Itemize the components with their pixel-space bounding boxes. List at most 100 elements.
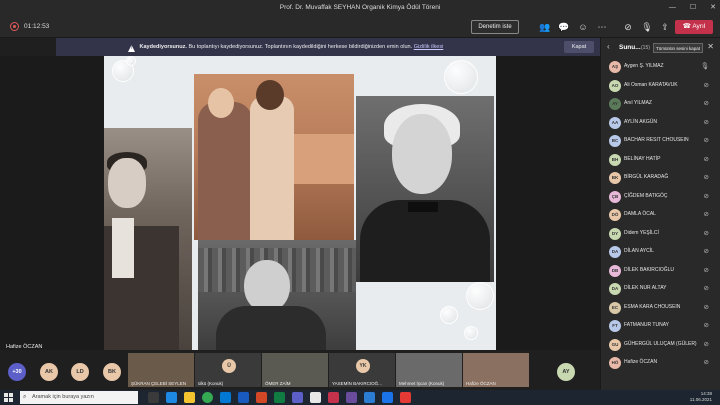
warning-icon: !	[128, 45, 135, 52]
participant-row[interactable]: HÖ Hafize ÖCZAN ⊘	[601, 354, 720, 372]
participant-row[interactable]: BK BİRGÜL KARADAĞ ⊘	[601, 169, 720, 187]
excel-icon[interactable]	[274, 392, 285, 403]
mic-off-icon[interactable]: ⊘	[704, 266, 709, 274]
mic-off-icon[interactable]: ⊘	[704, 340, 709, 348]
taskbar-search[interactable]: ⌕ Aramak için buraya yazın	[20, 391, 138, 404]
window-controls: — ☐ ✕	[669, 0, 716, 16]
teams-icon[interactable]	[292, 392, 303, 403]
participant-row[interactable]: BC BACHAR RESIT CHOUSEIN ⊘	[601, 132, 720, 150]
video-tile[interactable]: ÖMER ZAİM	[262, 353, 328, 387]
app-icon[interactable]	[382, 392, 393, 403]
close-window-button[interactable]: ✕	[710, 0, 716, 16]
participant-name: DİLEK NUR ALTAY	[624, 285, 667, 291]
bubble-decoration	[466, 282, 494, 310]
mic-off-icon[interactable]: ⊘	[704, 192, 709, 200]
participant-row[interactable]: EC ESMA KARA CHOUSEIN ⊘	[601, 299, 720, 317]
search-icon: ⌕	[23, 394, 27, 400]
mic-off-icon[interactable]: ⊘	[704, 173, 709, 181]
photo-two-men	[194, 74, 354, 240]
mic-off-icon[interactable]: ⊘	[704, 99, 709, 107]
bubble-decoration	[464, 326, 478, 340]
participant-name: BELİNAY HATİP	[624, 155, 661, 162]
video-tile[interactable]: ŞÜKRAN ÇELEBİ SEYLEN	[128, 353, 194, 387]
participant-name: Hafize ÖCZAN	[624, 359, 658, 365]
edge-icon[interactable]	[166, 392, 177, 403]
video-tile[interactable]: Mehmet İşcan (Konuk)	[396, 353, 462, 387]
file-explorer-icon[interactable]	[184, 392, 195, 403]
meeting-toolbar: 01:12:53 Denetim iste 👥 💬 ☺ ⋯ ⊘ 🎙 ⇪ ☎ Ay…	[0, 16, 720, 38]
participant-row[interactable]: GU GÜHERGÜL ULUÇAM (GÜLER) ⊘	[601, 336, 720, 354]
mic-off-icon[interactable]: ⊘	[704, 229, 709, 237]
request-control-button[interactable]: Denetim iste	[471, 20, 519, 34]
bubble-decoration	[126, 56, 136, 66]
mic-off-icon[interactable]: ⊘	[704, 321, 709, 329]
avatar: DB	[609, 264, 621, 277]
windows-start-icon[interactable]	[4, 393, 13, 402]
app-icon[interactable]	[328, 392, 339, 403]
share-icon[interactable]: ⇪	[658, 20, 672, 34]
back-icon[interactable]: ‹	[607, 42, 610, 51]
windows-taskbar: ⌕ Aramak için buraya yazın 14:38 11.06.2…	[0, 390, 720, 405]
word-icon[interactable]	[238, 392, 249, 403]
gallery-avatar[interactable]: BK	[103, 363, 121, 381]
mic-off-icon[interactable]: ⊘	[704, 81, 709, 89]
photo-young-man	[104, 128, 192, 350]
video-tile[interactable]: Üülkü (Konuk)	[195, 353, 261, 387]
app-icon[interactable]	[400, 392, 411, 403]
leave-button[interactable]: ☎ Ayrıl	[675, 20, 713, 34]
participant-row[interactable]: FT FATMANUR TUNAY ⊘	[601, 317, 720, 335]
video-tile[interactable]: Hafize ÖCZAN	[463, 353, 529, 387]
participant-row[interactable]: BH BELİNAY HATİP ⊘	[601, 151, 720, 169]
mute-all-button[interactable]: Tümünün sesini kapat	[653, 43, 703, 53]
app-icon[interactable]	[364, 392, 375, 403]
mic-off-icon[interactable]: ⊘	[704, 303, 709, 311]
taskbar-search-placeholder: Aramak için buraya yazın	[32, 394, 94, 400]
privacy-link[interactable]: Gizlilik ilkesi	[414, 44, 444, 50]
mic-off-icon[interactable]: ⊘	[704, 358, 709, 366]
mic-off-icon[interactable]: ⊘	[704, 155, 709, 163]
avatar: GU	[609, 338, 621, 351]
participant-row[interactable]: AY Anıl YILMAZ ⊘	[601, 95, 720, 113]
participant-row[interactable]: DÖ DAMLA ÖCAL ⊘	[601, 206, 720, 224]
gallery-avatar[interactable]: LD	[71, 363, 89, 381]
mic-icon[interactable]: 🎙	[701, 62, 709, 70]
participant-row[interactable]: DA DİLEK NUR ALTAY ⊘	[601, 280, 720, 298]
mic-off-icon[interactable]: ⊘	[704, 284, 709, 292]
maximize-button[interactable]: ☐	[690, 0, 696, 16]
participant-row[interactable]: AO Ali Osman KARATAVUK ⊘	[601, 77, 720, 95]
app-icon[interactable]	[310, 392, 321, 403]
participant-name: BİRGÜL KARADAĞ	[624, 174, 669, 180]
participant-row[interactable]: ÇB ÇİĞDEM BATIGÖÇ ⊘	[601, 188, 720, 206]
participant-name: AYLİN AKGÜN	[624, 118, 657, 125]
mic-icon[interactable]: 🎙	[640, 20, 654, 34]
video-tile[interactable]: YK YASEMİN BAKIRCIOĞ...	[329, 353, 395, 387]
more-icon[interactable]: ⋯	[595, 20, 609, 34]
chat-icon[interactable]: 💬	[557, 20, 571, 34]
participant-row[interactable]: DA DİLAN AYCİL ⊘	[601, 243, 720, 261]
avatar: BH	[609, 153, 621, 166]
mic-off-icon[interactable]: ⊘	[704, 136, 709, 144]
banner-close-button[interactable]: Kapat	[564, 41, 594, 53]
people-icon[interactable]: 👥	[538, 20, 552, 34]
camera-off-icon[interactable]: ⊘	[621, 20, 635, 34]
mic-off-icon[interactable]: ⊘	[704, 118, 709, 126]
outlook-icon[interactable]	[220, 392, 231, 403]
task-view-icon[interactable]	[148, 392, 159, 403]
participant-name: Didem YEŞİLCİ	[624, 229, 659, 236]
participant-row[interactable]: DY Didem YEŞİLCİ ⊘	[601, 225, 720, 243]
minimize-button[interactable]: —	[669, 0, 676, 16]
reaction-icon[interactable]: ☺	[576, 20, 590, 34]
gallery-avatar[interactable]: AY	[557, 363, 575, 381]
powerpoint-icon[interactable]	[256, 392, 267, 403]
close-icon[interactable]: ✕	[707, 42, 714, 51]
overflow-participants[interactable]: +30	[8, 363, 26, 381]
participant-row[interactable]: AŞ Aygen Ş. YILMAZ 🎙	[601, 58, 720, 76]
chrome-icon[interactable]	[202, 392, 213, 403]
gallery-avatar[interactable]: AK	[40, 363, 58, 381]
participant-row[interactable]: AA AYLİN AKGÜN ⊘	[601, 114, 720, 132]
mic-off-icon[interactable]: ⊘	[704, 210, 709, 218]
participant-row[interactable]: DB DİLEK BAKIRCIOĞLU ⊘	[601, 262, 720, 280]
app-icon[interactable]	[346, 392, 357, 403]
mic-off-icon[interactable]: ⊘	[704, 247, 709, 255]
video-tile-label: Mehmet İşcan (Konuk)	[399, 381, 445, 386]
